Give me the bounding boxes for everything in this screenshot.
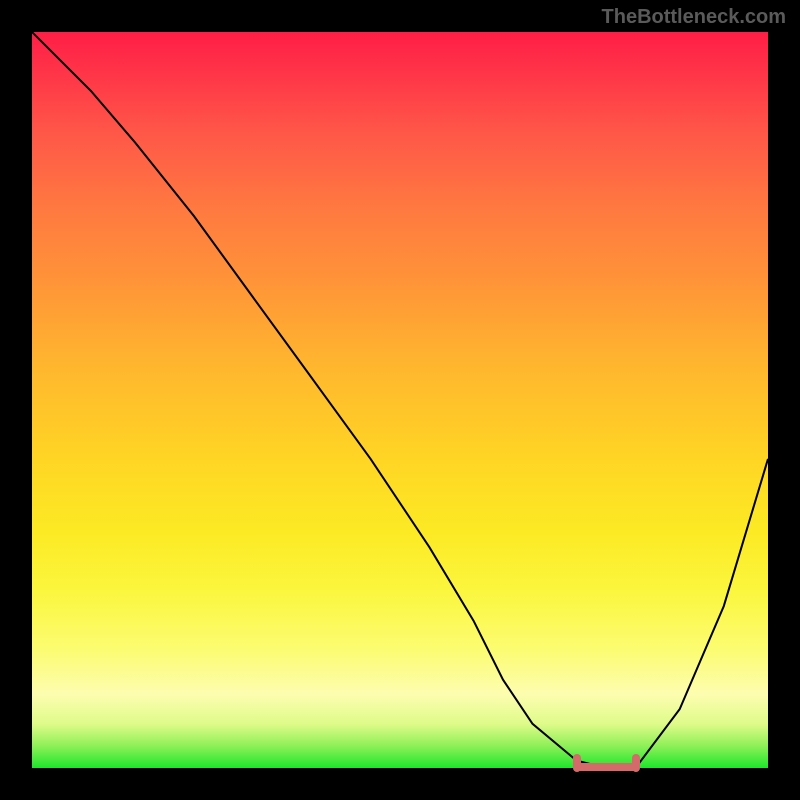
bottleneck-curve bbox=[32, 32, 768, 768]
optimal-range-cap-right bbox=[632, 754, 640, 772]
chart-plot-area bbox=[32, 32, 768, 768]
optimal-range-cap-left bbox=[573, 754, 581, 772]
optimal-range-highlight bbox=[575, 763, 638, 771]
watermark-text: TheBottleneck.com bbox=[602, 6, 786, 29]
